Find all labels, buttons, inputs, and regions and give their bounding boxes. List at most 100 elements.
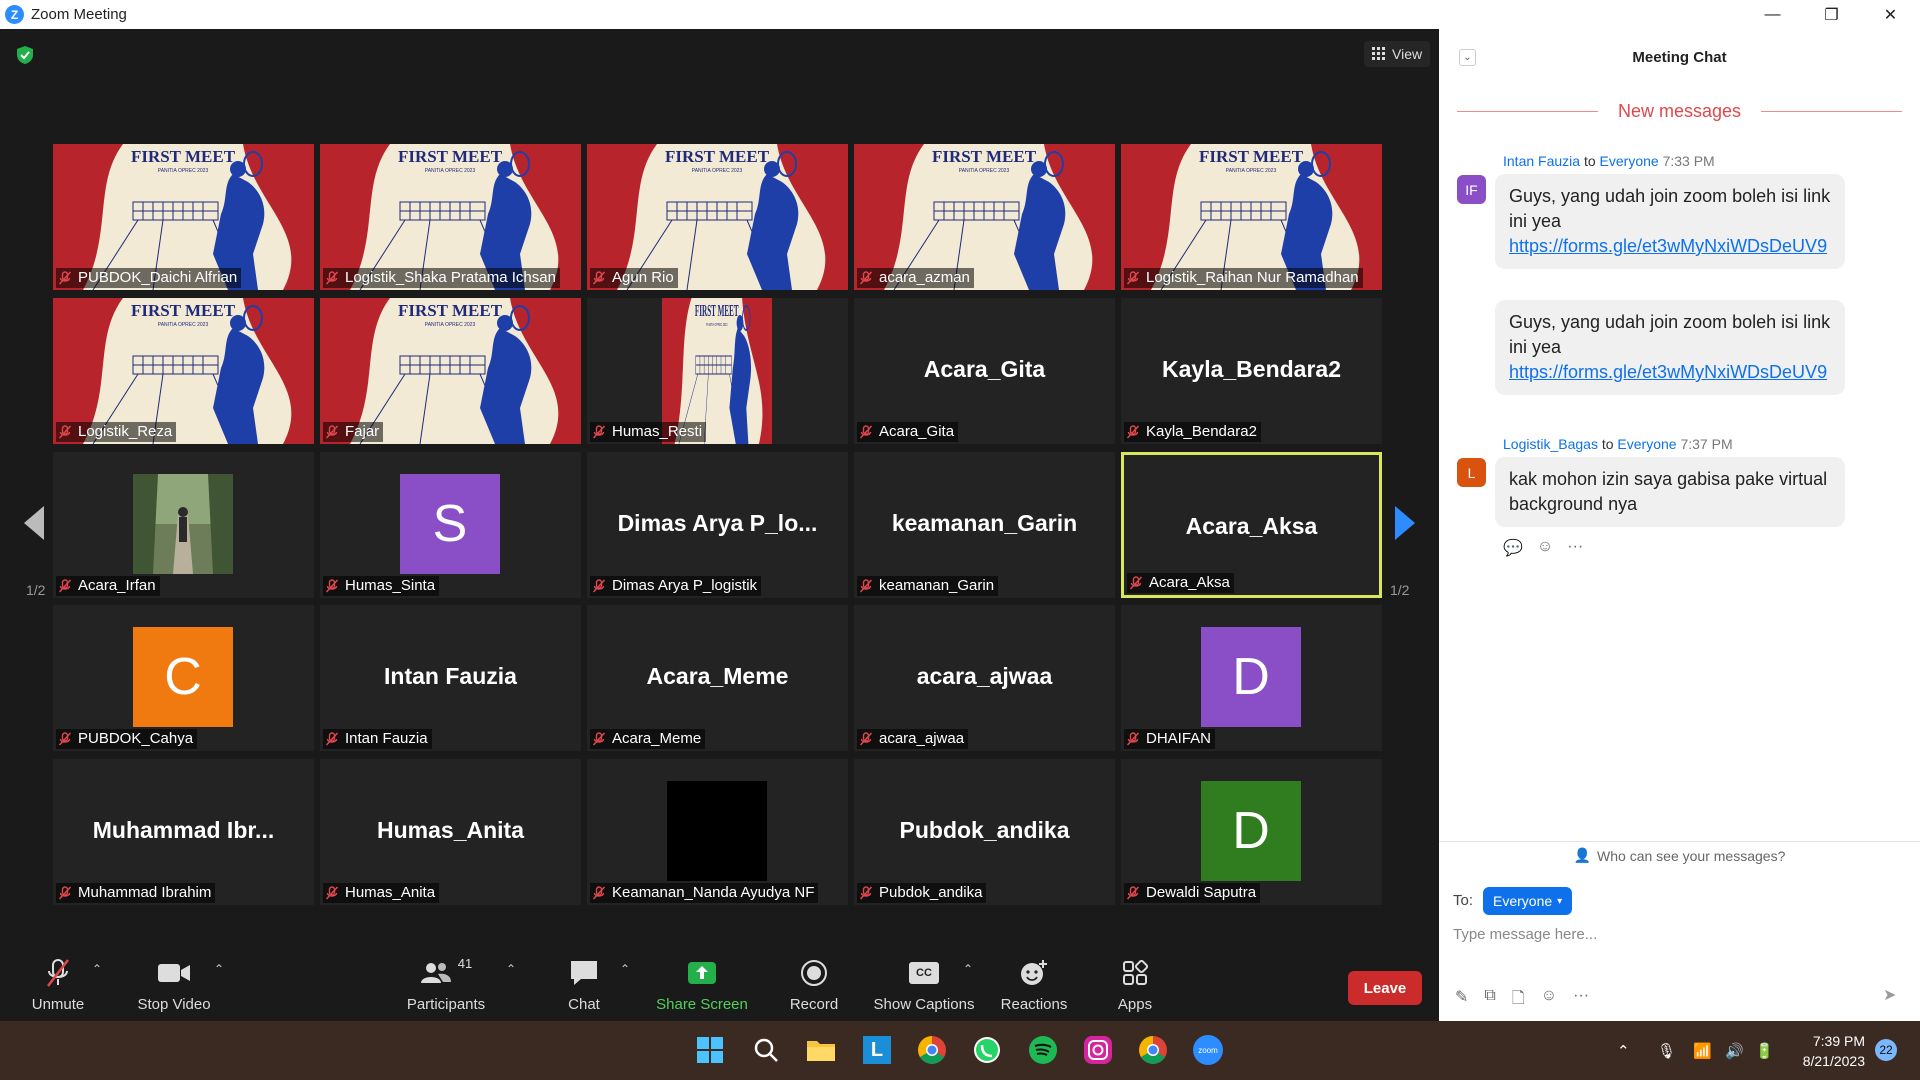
screenshot-icon[interactable]: ⧉ [1484,987,1495,1014]
encryption-shield-icon[interactable] [15,45,35,65]
chat-message[interactable]: Guys, yang udah join zoom boleh isi link… [1495,174,1845,269]
chat-message-input[interactable] [1453,921,1893,947]
participant-tile[interactable]: keamanan_Garin keamanan_Garin [854,452,1115,598]
participant-tile[interactable]: C PUBDOK_Cahya [53,605,314,751]
sender-time: 7:37 PM [1680,436,1733,452]
participant-tile[interactable]: FIRST MEET PANITIA OPREC 2023 Agun Rio [587,144,848,290]
format-text-icon[interactable]: ✎ [1455,987,1468,1014]
participant-display-name: Acara_Gita [923,356,1046,382]
page-indicator-right: 1/2 [1390,582,1410,598]
restore-button[interactable]: ❐ [1802,0,1861,29]
whatsapp-icon[interactable] [969,1032,1005,1068]
file-attach-icon[interactable]: 🗋 [1512,987,1525,1014]
participant-name-label: PUBDOK_Cahya [56,729,198,749]
muted-mic-icon [58,271,72,285]
chat-message-link[interactable]: https://forms.gle/et3wMyNxiWDsDeUV9 [1509,236,1827,256]
participant-name-label: DHAIFAN [1124,729,1216,749]
participant-tile[interactable]: acara_ajwaa acara_ajwaa [854,605,1115,751]
participant-tile[interactable]: Acara_Meme Acara_Meme [587,605,848,751]
participant-tile[interactable]: Kayla_Bendara2 Kayla_Bendara2 [1121,298,1382,444]
volume-icon[interactable]: 🔊 [1725,1021,1744,1080]
chrome-icon[interactable] [914,1032,950,1068]
participant-tile[interactable]: FIRST MEET PANITIA OPREC 2023 acara_azman [854,144,1115,290]
participant-tile[interactable]: FIRST MEET PANITIA OPREC 2023 Logistik_Sha… [320,144,581,290]
participant-avatar: S [400,474,500,574]
participant-tile[interactable]: D DHAIFAN [1121,605,1382,751]
participant-tile[interactable]: Acara_Irfan [53,452,314,598]
add-reaction-icon[interactable]: ☺ [1537,538,1553,558]
video-options-caret-icon[interactable]: ⌃ [214,962,224,976]
participant-tile[interactable]: Muhammad Ibr... Muhammad Ibrahim [53,759,314,905]
sender-name[interactable]: Logistik_Bagas [1503,436,1598,452]
participant-tile[interactable]: Humas_Anita Humas_Anita [320,759,581,905]
minimize-button[interactable]: — [1743,0,1802,29]
svg-text:PANITIA OPREC 2023: PANITIA OPREC 2023 [425,168,476,174]
participant-tile[interactable]: FIRST MEET PANITIA OPREC 2023 Logistik_Rai… [1121,144,1382,290]
chat-message[interactable]: kak mohon izin saya gabisa pake virtual … [1495,457,1845,527]
participants-button[interactable]: 41 Participants [400,940,492,1021]
reactions-button[interactable]: Reactions [996,940,1072,1021]
next-page-arrow-icon[interactable] [1395,506,1415,540]
chat-message[interactable]: Guys, yang udah join zoom boleh isi link… [1495,300,1845,395]
muted-mic-icon [592,732,606,746]
participant-tile[interactable]: Acara_Aksa Acara_Aksa [1121,452,1382,598]
sender-name[interactable]: Intan Fauzia [1503,153,1580,169]
recipient-select[interactable]: Everyone ▾ [1483,887,1573,915]
view-button[interactable]: View [1364,41,1431,67]
instagram-icon[interactable] [1080,1032,1116,1068]
participant-tile[interactable]: Acara_Gita Acara_Gita [854,298,1115,444]
audio-options-caret-icon[interactable]: ⌃ [92,962,102,976]
participant-name-label: Keamanan_Nanda Ayudya NF [590,883,819,903]
participant-tile[interactable]: Pubdok_andika Pubdok_andika [854,759,1115,905]
participant-display-name: Acara_Aksa [1185,513,1318,539]
more-compose-icon[interactable]: ··· [1573,987,1589,1014]
participant-tile[interactable]: Dimas Arya P_lo... Dimas Arya P_logistik [587,452,848,598]
zoom-taskbar-icon[interactable]: zoom [1190,1032,1226,1068]
participant-tile[interactable]: FIRST MEET PANITIA OPREC 2023 Fajar [320,298,581,444]
record-button[interactable]: Record [780,940,848,1021]
participant-tile[interactable]: D Dewaldi Saputra [1121,759,1382,905]
spotify-icon[interactable] [1025,1032,1061,1068]
wifi-icon[interactable]: 📶 [1693,1021,1712,1080]
chat-options-caret-icon[interactable]: ⌃ [620,962,630,976]
chrome-profile-icon[interactable] [1135,1032,1171,1068]
captions-options-caret-icon[interactable]: ⌃ [963,962,973,976]
windows-start-icon[interactable] [692,1032,728,1068]
file-explorer-icon[interactable] [803,1032,839,1068]
chat-button[interactable]: Chat [556,940,612,1021]
previous-page-arrow-icon[interactable] [24,506,44,540]
participant-tile[interactable]: Intan Fauzia Intan Fauzia [320,605,581,751]
participant-tile[interactable]: FIRST MEET PANITIA OPREC 2023 PUBDOK_Daich… [53,144,314,290]
participant-tile[interactable]: FIRST MEET PANITIA OPREC 2023 Logistik_Rez… [53,298,314,444]
leave-button[interactable]: Leave [1348,971,1422,1005]
microphone-tray-icon[interactable]: 🎙 [1657,1021,1676,1080]
show-captions-button[interactable]: CC Show Captions [870,940,978,1021]
battery-icon[interactable]: 🔋 [1755,1021,1774,1080]
muted-microphone-icon [47,959,69,987]
stop-video-button[interactable]: Stop Video [130,940,218,1021]
participant-tile[interactable]: S Humas_Sinta [320,452,581,598]
participant-tile[interactable]: FIRST MEET PANITIA OPREC 2023 Humas_Resti [587,298,848,444]
participant-name: Logistik_Shaka Pratama Ichsan [345,269,556,286]
search-icon[interactable] [748,1032,784,1068]
reply-icon[interactable]: 💬 [1503,538,1523,558]
send-icon[interactable]: ➤ [1883,985,1896,1005]
chat-message-link[interactable]: https://forms.gle/et3wMyNxiWDsDeUV9 [1509,362,1827,382]
participant-name-label: acara_ajwaa [857,729,969,749]
participants-options-caret-icon[interactable]: ⌃ [506,962,516,976]
who-can-see-messages[interactable]: 👤 Who can see your messages? [1439,841,1920,869]
close-button[interactable]: ✕ [1861,0,1920,29]
participants-count: 41 [457,956,473,971]
show-hidden-icons-chevron-icon[interactable]: ⌃ [1617,1021,1630,1080]
apps-button[interactable]: Apps [1110,940,1160,1021]
svg-text:FIRST MEET: FIRST MEET [932,147,1037,166]
participant-tile[interactable]: Keamanan_Nanda Ayudya NF [587,759,848,905]
share-screen-button[interactable]: Share Screen [652,940,752,1021]
l-app-icon[interactable]: L [859,1032,895,1068]
unmute-button[interactable]: Unmute [22,940,94,1021]
notification-count-badge[interactable]: 22 [1875,1039,1897,1061]
muted-mic-icon [859,271,873,285]
taskbar-clock[interactable]: 7:39 PM 8/21/2023 [1785,1031,1865,1071]
more-options-icon[interactable]: ··· [1567,538,1583,558]
emoji-icon[interactable]: ☺ [1541,987,1557,1014]
